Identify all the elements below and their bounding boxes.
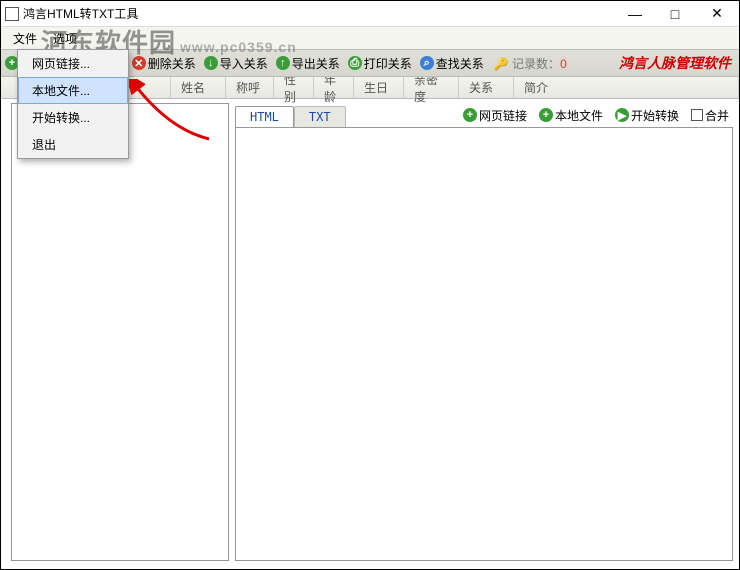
left-pane[interactable] bbox=[11, 103, 229, 561]
plus-icon: + bbox=[539, 108, 553, 122]
col-gender[interactable]: 性别 bbox=[274, 77, 314, 98]
checkbox-icon bbox=[691, 109, 703, 121]
minimize-button[interactable]: ― bbox=[615, 2, 655, 26]
col-name[interactable]: 姓名 bbox=[171, 77, 226, 98]
app-icon bbox=[5, 7, 19, 21]
brand-text: 鸿言人脉管理软件 bbox=[619, 53, 731, 73]
menubar: 文件 选项 bbox=[1, 27, 739, 49]
col-intro[interactable]: 简介 bbox=[514, 77, 739, 98]
titlebar: 鸿言HTML转TXT工具 ― □ ✕ bbox=[1, 1, 739, 27]
menu-item-exit[interactable]: 退出 bbox=[18, 131, 128, 158]
record-count-label: 🔑 记录数：0 bbox=[494, 55, 567, 72]
toolbar-label: 删除关系 bbox=[148, 55, 196, 72]
x-icon: ✕ bbox=[132, 56, 146, 70]
close-button[interactable]: ✕ bbox=[695, 2, 739, 26]
download-icon: ↓ bbox=[204, 56, 218, 70]
col-title[interactable]: 称呼 bbox=[226, 77, 274, 98]
action-label: 网页链接 bbox=[479, 107, 527, 124]
menu-item-localfile[interactable]: 本地文件... bbox=[18, 77, 128, 104]
col-age[interactable]: 年龄 bbox=[314, 77, 354, 98]
tab-txt[interactable]: TXT bbox=[294, 106, 346, 127]
toolbar-search-relation[interactable]: ⌕查找关系 bbox=[416, 55, 488, 72]
search-icon: ⌕ bbox=[420, 56, 434, 70]
col-rel2[interactable]: 关系 bbox=[459, 77, 514, 98]
play-icon: ▶ bbox=[615, 108, 629, 122]
col-birthday[interactable]: 生日 bbox=[354, 77, 404, 98]
menu-options[interactable]: 选项 bbox=[45, 27, 85, 50]
workarea: HTML TXT +网页链接 +本地文件 ▶开始转换 合并 bbox=[1, 99, 739, 563]
toolbar-label: 查找关系 bbox=[436, 55, 484, 72]
file-dropdown: 网页链接... 本地文件... 开始转换... 退出 bbox=[17, 49, 129, 159]
toolbar-label: 导出关系 bbox=[292, 55, 340, 72]
action-weblink[interactable]: +网页链接 bbox=[459, 107, 531, 124]
menu-file[interactable]: 文件 bbox=[5, 27, 45, 50]
action-bar: HTML TXT +网页链接 +本地文件 ▶开始转换 合并 bbox=[235, 103, 733, 127]
toolbar-print-relation[interactable]: ⎙打印关系 bbox=[344, 55, 416, 72]
print-icon: ⎙ bbox=[348, 56, 362, 70]
action-merge[interactable]: 合并 bbox=[687, 107, 733, 124]
tabs: HTML TXT bbox=[235, 105, 346, 126]
tab-html[interactable]: HTML bbox=[235, 106, 294, 127]
toolbar-label: 打印关系 bbox=[364, 55, 412, 72]
right-wrap: HTML TXT +网页链接 +本地文件 ▶开始转换 合并 bbox=[235, 103, 733, 561]
maximize-button[interactable]: □ bbox=[655, 2, 695, 26]
action-convert[interactable]: ▶开始转换 bbox=[611, 107, 683, 124]
upload-icon: ↑ bbox=[276, 56, 290, 70]
toolbar-import-relation[interactable]: ↓导入关系 bbox=[200, 55, 272, 72]
window-title: 鸿言HTML转TXT工具 bbox=[23, 5, 138, 22]
action-label: 本地文件 bbox=[555, 107, 603, 124]
plus-icon: + bbox=[463, 108, 477, 122]
action-label: 合并 bbox=[705, 107, 729, 124]
toolbar-export-relation[interactable]: ↑导出关系 bbox=[272, 55, 344, 72]
col-intimacy[interactable]: 亲密度 bbox=[404, 77, 459, 98]
action-label: 开始转换 bbox=[631, 107, 679, 124]
menu-item-weblink[interactable]: 网页链接... bbox=[18, 50, 128, 77]
action-localfile[interactable]: +本地文件 bbox=[535, 107, 607, 124]
menu-item-convert[interactable]: 开始转换... bbox=[18, 104, 128, 131]
toolbar-label: 导入关系 bbox=[220, 55, 268, 72]
toolbar-delete-relation[interactable]: ✕删除关系 bbox=[128, 55, 200, 72]
content-pane[interactable] bbox=[235, 127, 733, 561]
